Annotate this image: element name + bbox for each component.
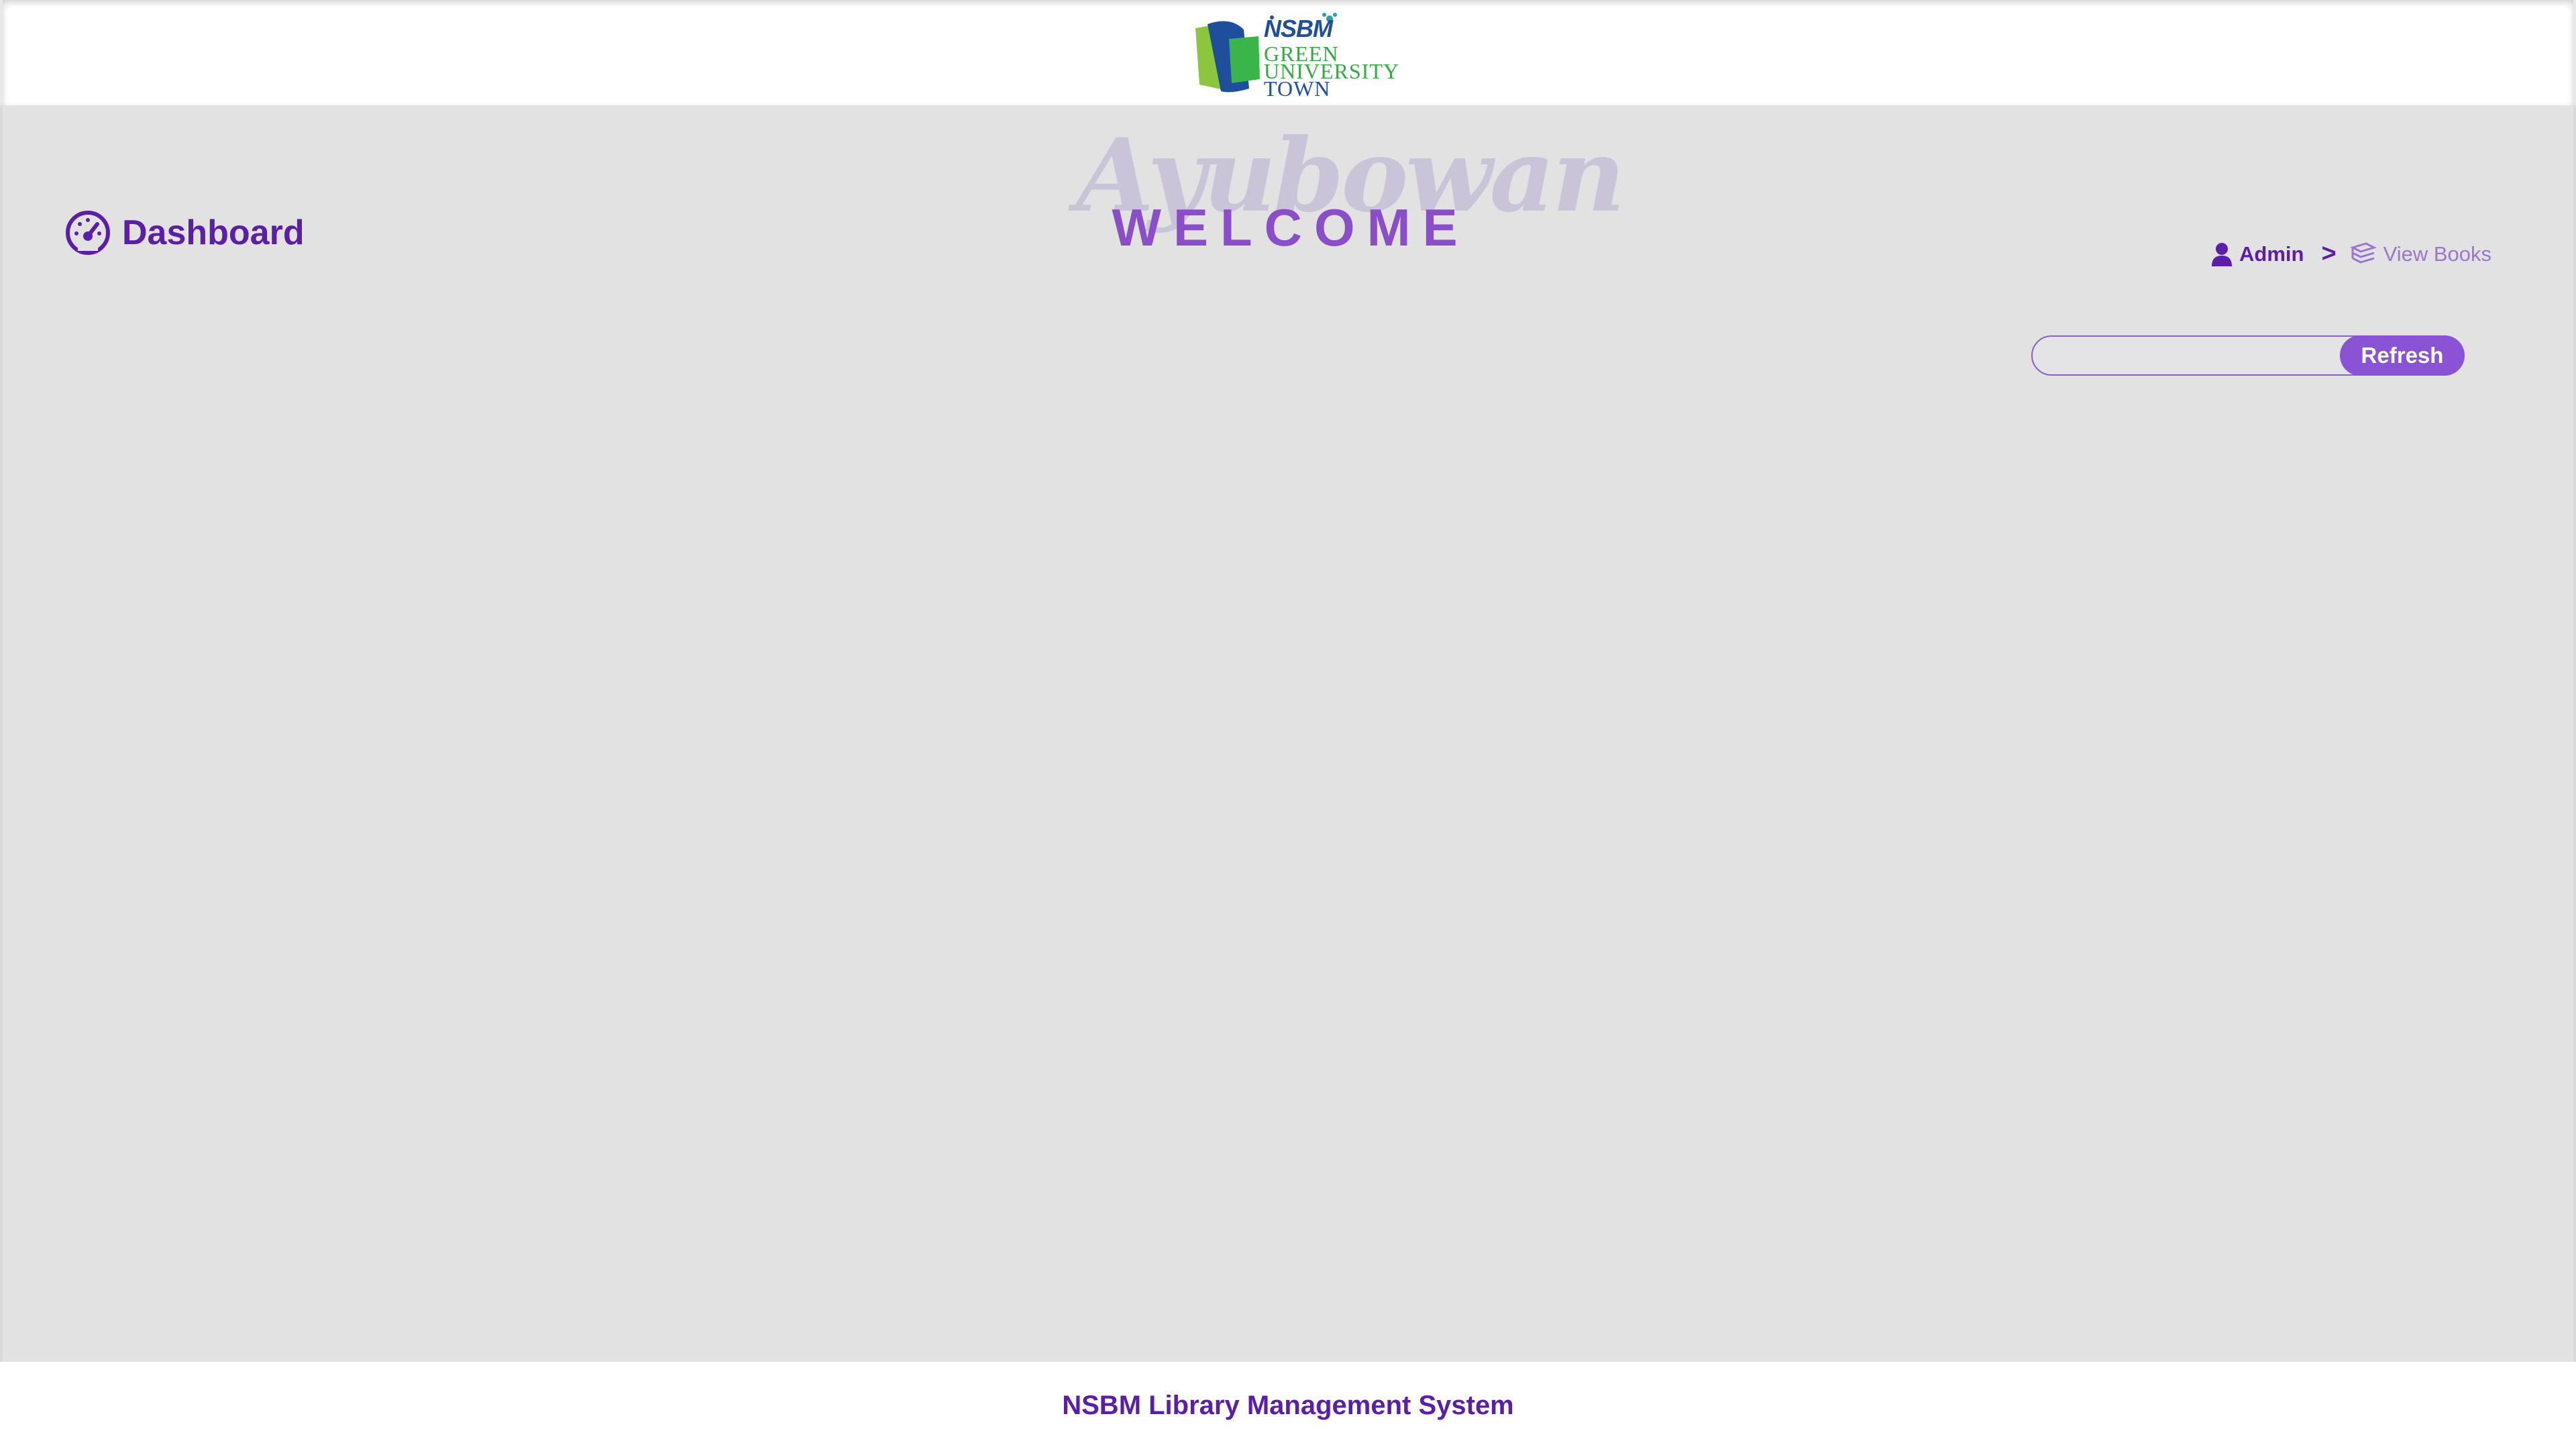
footer: NSBM Library Management System bbox=[0, 1362, 2576, 1449]
refresh-button[interactable]: Refresh bbox=[2340, 335, 2465, 376]
nsbm-logo[interactable]: NSBM GREEN UNIVERSITY TOWN bbox=[1191, 9, 1399, 101]
breadcrumb: Admin > View Books bbox=[2211, 239, 2491, 268]
breadcrumb-separator: > bbox=[2321, 239, 2337, 268]
footer-text: NSBM Library Management System bbox=[1062, 1391, 1514, 1420]
search-bar: Refresh bbox=[2031, 335, 2465, 376]
breadcrumb-current-label: View Books bbox=[2383, 241, 2492, 266]
main-content: Dashboard Ayubowan WELCOME Admin > View … bbox=[0, 105, 2576, 1362]
breadcrumb-admin-label: Admin bbox=[2239, 241, 2304, 266]
user-icon bbox=[2212, 242, 2232, 266]
books-icon bbox=[2349, 241, 2377, 264]
logo-brand-text: NSBM bbox=[1264, 15, 1333, 42]
breadcrumb-admin[interactable]: Admin bbox=[2211, 242, 2304, 266]
speedometer-icon bbox=[66, 211, 110, 255]
breadcrumb-view-books[interactable]: View Books bbox=[2349, 241, 2492, 266]
search-input[interactable] bbox=[2042, 339, 2333, 373]
welcome-banner: Ayubowan WELCOME bbox=[1076, 119, 1625, 257]
logo-town-text: TOWN bbox=[1264, 76, 1331, 101]
header: NSBM GREEN UNIVERSITY TOWN bbox=[0, 0, 2576, 105]
greeting-text: WELCOME bbox=[1112, 198, 1470, 257]
dashboard-title[interactable]: Dashboard bbox=[64, 209, 305, 256]
page-title: Dashboard bbox=[122, 213, 305, 252]
